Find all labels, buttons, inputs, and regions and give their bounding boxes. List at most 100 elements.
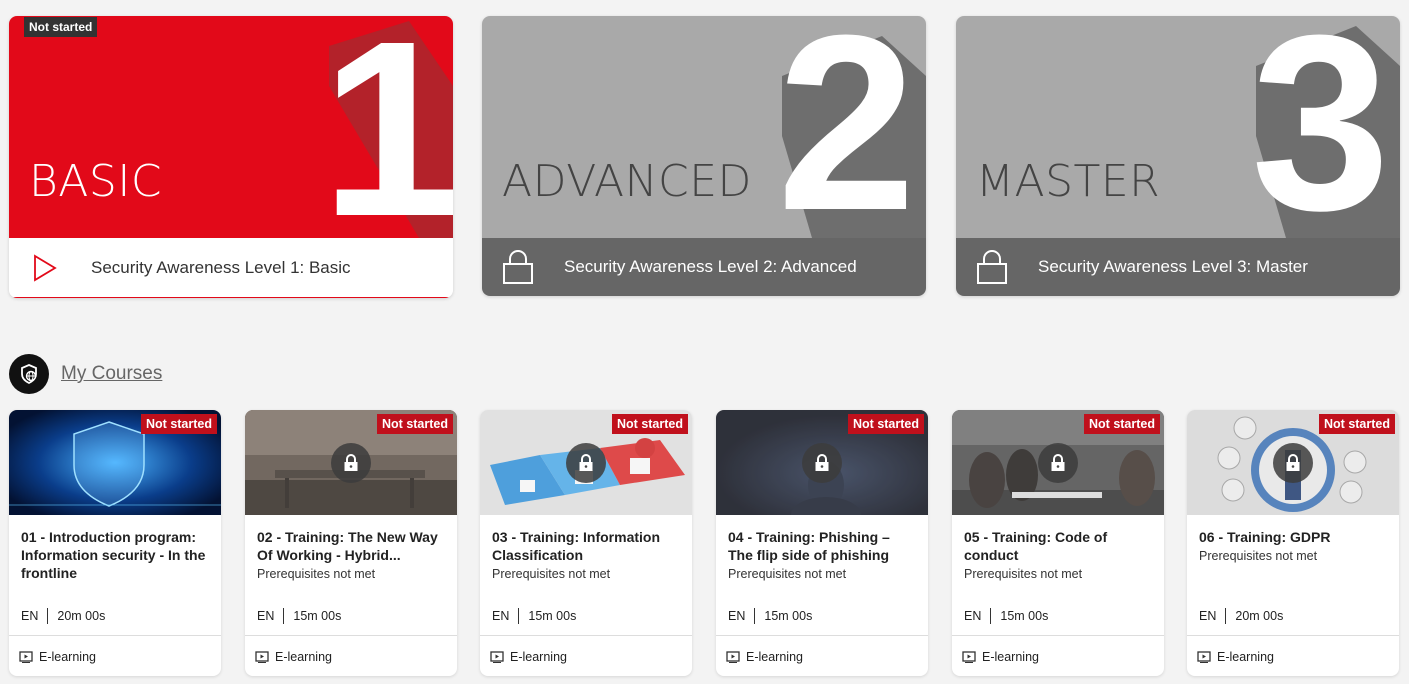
status-badge: Not started: [1319, 414, 1395, 434]
course-type: E-learning: [962, 650, 1039, 664]
course-duration: 15m 00s: [764, 609, 813, 623]
video-icon: [1197, 651, 1211, 663]
course-type: E-learning: [1197, 650, 1274, 664]
prerequisites-text: Prerequisites not met: [728, 567, 847, 581]
video-icon: [255, 651, 269, 663]
course-card[interactable]: Not started 04 - Training: Phishing – Th…: [716, 410, 928, 676]
course-duration: 15m 00s: [293, 609, 342, 623]
course-duration: 15m 00s: [1000, 609, 1049, 623]
lock-icon: [566, 443, 606, 483]
course-meta: EN 20m 00s: [1199, 608, 1283, 624]
lock-icon: [488, 238, 548, 296]
divider: [245, 635, 457, 636]
course-thumbnail: Not started: [245, 410, 457, 515]
divider: [480, 635, 692, 636]
level-number: 3: [1251, 16, 1391, 238]
course-type-label: E-learning: [982, 650, 1039, 664]
course-type-label: E-learning: [39, 650, 96, 664]
level-title: Security Awareness Level 1: Basic: [91, 257, 351, 277]
course-thumbnail: Not started: [952, 410, 1164, 515]
meta-divider: [283, 608, 285, 624]
course-language: EN: [492, 609, 510, 623]
lock-icon: [1038, 443, 1078, 483]
prerequisites-text: Prerequisites not met: [964, 567, 1083, 581]
divider: [952, 635, 1164, 636]
lock-icon: [1273, 443, 1313, 483]
video-icon: [490, 651, 504, 663]
course-duration: 20m 00s: [57, 609, 106, 623]
course-meta: EN 15m 00s: [257, 608, 341, 624]
meta-divider: [518, 608, 520, 624]
meta-divider: [47, 608, 49, 624]
meta-divider: [990, 608, 992, 624]
meta-divider: [1225, 608, 1227, 624]
level-number: 1: [321, 16, 453, 238]
course-meta: EN 15m 00s: [728, 608, 812, 624]
level-card-basic[interactable]: 1 BASIC Not started Security Awareness L…: [9, 16, 453, 298]
video-icon: [726, 651, 740, 663]
play-icon: [15, 238, 75, 297]
status-badge: Not started: [1084, 414, 1160, 434]
course-thumbnail: Not started: [9, 410, 221, 515]
course-type-label: E-learning: [275, 650, 332, 664]
prerequisites-text: Prerequisites not met: [1199, 549, 1318, 563]
course-card[interactable]: Not started 05 - Training: Code of condu…: [952, 410, 1164, 676]
level-card-master[interactable]: 3 MASTER Security Awareness Level 3: Mas…: [956, 16, 1400, 296]
course-language: EN: [964, 609, 982, 623]
course-thumbnail: Not started: [1187, 410, 1399, 515]
prerequisites-text: Prerequisites not met: [257, 567, 376, 581]
level-name: BASIC: [29, 156, 163, 207]
course-language: EN: [21, 609, 39, 623]
course-language: EN: [728, 609, 746, 623]
courses-header: My Courses: [9, 354, 162, 394]
course-card[interactable]: Not started 03 - Training: Information C…: [480, 410, 692, 676]
course-title: 03 - Training: Information Classificatio…: [492, 529, 661, 563]
course-title: 01 - Introduction program: Information s…: [21, 529, 206, 581]
lock-icon: [962, 238, 1022, 296]
course-meta: EN 15m 00s: [492, 608, 576, 624]
divider: [9, 635, 221, 636]
course-language: EN: [257, 609, 275, 623]
course-thumbnail: Not started: [480, 410, 692, 515]
course-language: EN: [1199, 609, 1217, 623]
course-duration: 20m 00s: [1235, 609, 1284, 623]
lock-icon: [331, 443, 371, 483]
course-type-label: E-learning: [746, 650, 803, 664]
course-card[interactable]: Not started 01 - Introduction program: I…: [9, 410, 221, 676]
level-footer[interactable]: Security Awareness Level 2: Advanced: [482, 238, 926, 296]
course-type-label: E-learning: [1217, 650, 1274, 664]
level-footer[interactable]: Security Awareness Level 3: Master: [956, 238, 1400, 296]
level-title: Security Awareness Level 3: Master: [1038, 257, 1308, 276]
status-badge: Not started: [141, 414, 217, 434]
level-number: 2: [777, 16, 917, 238]
level-footer[interactable]: Security Awareness Level 1: Basic: [9, 238, 453, 298]
my-courses-link[interactable]: My Courses: [61, 363, 162, 385]
divider: [716, 635, 928, 636]
lock-icon: [802, 443, 842, 483]
course-meta: EN 15m 00s: [964, 608, 1048, 624]
level-hero: 3 MASTER: [956, 16, 1400, 238]
course-card[interactable]: Not started 02 - Training: The New Way O…: [245, 410, 457, 676]
level-name: ADVANCED: [502, 156, 752, 207]
level-hero: 1 BASIC: [9, 16, 453, 238]
shield-globe-icon: [9, 354, 49, 394]
level-title: Security Awareness Level 2: Advanced: [564, 257, 857, 276]
course-title: 05 - Training: Code of conduct: [964, 529, 1108, 563]
course-title: 06 - Training: GDPR: [1199, 529, 1331, 545]
level-hero: 2 ADVANCED: [482, 16, 926, 238]
course-thumbnail: Not started: [716, 410, 928, 515]
course-card[interactable]: Not started 06 - Training: GDPR Prerequi…: [1187, 410, 1399, 676]
video-icon: [962, 651, 976, 663]
meta-divider: [754, 608, 756, 624]
prerequisites-text: Prerequisites not met: [492, 567, 611, 581]
course-duration: 15m 00s: [528, 609, 577, 623]
course-type: E-learning: [490, 650, 567, 664]
course-type: E-learning: [19, 650, 96, 664]
status-badge: Not started: [848, 414, 924, 434]
level-card-advanced[interactable]: 2 ADVANCED Security Awareness Level 2: A…: [482, 16, 926, 296]
status-badge: Not started: [612, 414, 688, 434]
course-type: E-learning: [726, 650, 803, 664]
course-type: E-learning: [255, 650, 332, 664]
course-title: 04 - Training: Phishing – The flip side …: [728, 529, 890, 563]
course-title: 02 - Training: The New Way Of Working - …: [257, 529, 438, 563]
